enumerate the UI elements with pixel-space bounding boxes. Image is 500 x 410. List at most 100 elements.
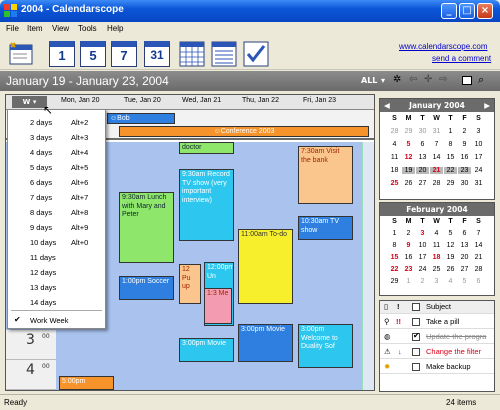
menu-item[interactable]: Item [27, 24, 43, 33]
day-header[interactable]: Fri, Jan 23 [303, 97, 336, 104]
menu-item-8-days[interactable]: 8 days Alt+8 [30, 208, 88, 217]
day-cell[interactable]: 14 [430, 154, 443, 161]
event[interactable]: 9:30am Record TV show (very important in… [179, 169, 234, 241]
menu-item-5-days[interactable]: 5 days Alt+5 [30, 163, 88, 172]
event[interactable]: doctor [179, 142, 234, 154]
day-cell[interactable]: 15 [444, 154, 457, 161]
back-arrow-icon[interactable]: ⇦ [409, 74, 417, 85]
day-cell[interactable]: 21 [430, 167, 443, 174]
event[interactable]: 5:00pm [59, 376, 114, 390]
menu-tools[interactable]: Tools [78, 24, 97, 33]
menu-item-2-days[interactable]: 2 days Alt+2 [30, 118, 88, 127]
task-row[interactable]: ◍ ✔ Update the progra [380, 331, 494, 344]
event[interactable]: 9:30am Lunch with Mary and Peter [119, 192, 174, 263]
day-cell[interactable]: 20 [416, 167, 429, 174]
day-cell[interactable]: 11 [430, 242, 443, 249]
menu-item-14-days[interactable]: 14 days [30, 298, 56, 307]
day-cell[interactable]: 30 [416, 128, 429, 135]
subject-header[interactable]: Subject [426, 302, 451, 311]
menu-file[interactable]: File [6, 24, 19, 33]
day-cell[interactable]: 24 [416, 266, 429, 273]
task-checkbox[interactable] [412, 363, 420, 371]
day-cell[interactable]: 27 [416, 180, 429, 187]
mini-calendar-grid[interactable]: S M T W T F S 28 29 30 31 1 2 3 4 5 6 7 8 9 10 11 12 13 14 15 16 17… [388, 115, 488, 199]
day-cell[interactable]: 16 [402, 254, 415, 261]
event[interactable]: 12 Pu up [179, 264, 201, 304]
day-cell[interactable]: 17 [472, 154, 485, 161]
day-cell[interactable]: 4 [430, 230, 443, 237]
day-cell[interactable]: 3 [416, 230, 429, 237]
day-cell[interactable]: 24 [472, 167, 485, 174]
event[interactable]: 3:00pm Welcome to Duality Sof [298, 324, 353, 368]
event[interactable]: 11:00am To-do [238, 229, 293, 304]
day-cell[interactable]: 22 [388, 266, 401, 273]
day-header[interactable]: Tue, Jan 20 [124, 97, 161, 104]
day-cell[interactable]: 18 [430, 254, 443, 261]
day-cell[interactable]: 5 [402, 141, 415, 148]
day-cell[interactable]: 2 [416, 278, 429, 285]
day-cell[interactable]: 21 [472, 254, 485, 261]
event[interactable]: 1:3 Me [204, 288, 232, 324]
day-cell[interactable]: 8 [444, 141, 457, 148]
day-header[interactable]: Mon, Jan 20 [61, 97, 100, 104]
chevron-down-icon[interactable]: ▾ [381, 76, 385, 85]
day-header[interactable]: Wed, Jan 21 [182, 97, 221, 104]
center-icon[interactable]: ✛ [424, 74, 432, 85]
gear-icon[interactable]: ✲ [393, 74, 401, 85]
next-month-icon[interactable]: ▶ [484, 99, 490, 112]
day-cell[interactable]: 28 [388, 128, 401, 135]
allday-event[interactable]: ☺Bob [107, 113, 175, 124]
new-event-icon[interactable] [8, 41, 34, 67]
event[interactable]: 10:30am TV show [298, 216, 353, 240]
day-cell[interactable]: 7 [472, 230, 485, 237]
day-cell[interactable]: 11 [388, 154, 401, 161]
day-cell[interactable]: 25 [430, 266, 443, 273]
menu-view[interactable]: View [52, 24, 69, 33]
day-cell[interactable]: 5 [458, 278, 471, 285]
day-cell[interactable]: 1 [388, 230, 401, 237]
event[interactable]: 7:30am Visit the bank [298, 146, 353, 204]
allday-event[interactable]: ☺Conference 2003 [119, 126, 369, 137]
menu-item-13-days[interactable]: 13 days [30, 283, 56, 292]
day-cell[interactable]: 29 [444, 180, 457, 187]
month-view-button[interactable]: 31 [144, 41, 170, 67]
send-comment-link[interactable]: send a comment [432, 54, 491, 63]
tasks-view-icon[interactable] [243, 41, 269, 67]
task-checkbox[interactable]: ✔ [412, 331, 420, 341]
menu-item-4-days[interactable]: 4 days Alt+4 [30, 148, 88, 157]
day-cell[interactable]: 5 [444, 230, 457, 237]
day-cell[interactable]: 7 [430, 141, 443, 148]
day-cell[interactable]: 10 [416, 242, 429, 249]
prev-month-icon[interactable]: ◀ [384, 99, 390, 112]
forward-arrow-icon[interactable]: ⇨ [439, 74, 447, 85]
day-cell[interactable]: 29 [402, 128, 415, 135]
filter-dropdown[interactable]: ALL [361, 76, 377, 85]
day-cell[interactable]: 6 [472, 278, 485, 285]
day-cell[interactable]: 18 [388, 167, 401, 174]
event[interactable]: 3:00pm Movie [238, 324, 293, 362]
day-view-button[interactable]: 1 [49, 41, 75, 67]
day-cell[interactable]: 13 [458, 242, 471, 249]
menu-item-6-days[interactable]: 6 days Alt+6 [30, 178, 88, 187]
task-checkbox[interactable] [412, 348, 420, 356]
day-cell[interactable]: 1 [402, 278, 415, 285]
day-cell[interactable]: 4 [388, 141, 401, 148]
day-cell[interactable]: 17 [416, 254, 429, 261]
day-cell[interactable]: 12 [402, 154, 415, 161]
day-cell[interactable]: 16 [458, 154, 471, 161]
day-cell[interactable]: 14 [472, 242, 485, 249]
day-cell[interactable]: 30 [458, 180, 471, 187]
day-cell[interactable]: 23 [402, 266, 415, 273]
list-view-icon[interactable] [211, 41, 237, 67]
day-cell[interactable]: 31 [472, 180, 485, 187]
day-cell[interactable]: 25 [388, 180, 401, 187]
close-button[interactable]: × [477, 3, 493, 19]
task-checkbox[interactable] [412, 318, 420, 326]
task-row[interactable]: ✹ Make backup [380, 361, 494, 374]
day-cell[interactable]: 6 [458, 230, 471, 237]
day-cell[interactable]: 6 [416, 141, 429, 148]
day-cell[interactable]: 26 [402, 180, 415, 187]
task-row[interactable]: ⚠ ↓ Change the filter [380, 346, 494, 359]
event[interactable]: 3:00pm Movie [179, 338, 234, 362]
five-day-view-button[interactable]: 5 [80, 41, 106, 67]
